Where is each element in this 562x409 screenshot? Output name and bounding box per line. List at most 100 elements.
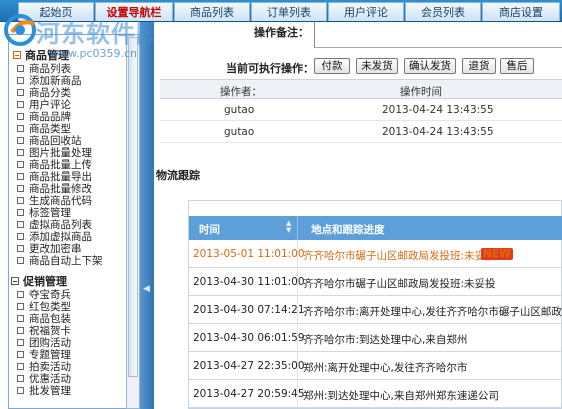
item-square-icon: [17, 173, 24, 180]
tracking-row: 2013-04-30 06:01:59 齐齐哈尔市:到达处理中心,来自郑州: [189, 324, 562, 352]
item-square-icon: [17, 137, 24, 144]
tracking-row: 2013-05-01 11:01:00 齐齐哈尔市碾子山区邮政局发投班:未妥投 …: [189, 240, 562, 268]
available-operations-label: 当前可执行操作：: [226, 62, 314, 75]
sidebar-group-promotion-management[interactable]: 促销管理: [11, 275, 67, 288]
sidebar-item-user-reviews[interactable]: 用户评论: [17, 99, 71, 111]
tracking-time: 2013-04-27 20:59:45: [193, 388, 305, 400]
tracking-row: 2013-04-27 22:35:00 郑州:离开处理中心,发往齐齐哈尔市: [189, 352, 562, 380]
after-sales-button[interactable]: 售后: [500, 58, 534, 74]
sidebar-item-virtual-product-list[interactable]: 虚拟商品列表: [17, 219, 92, 231]
item-square-icon: [17, 363, 24, 370]
tab-store-settings[interactable]: 商店设置: [482, 2, 560, 21]
not-shipped-button[interactable]: 未发货: [356, 58, 398, 74]
watermark-title: 河东软件园: [36, 20, 161, 48]
sidebar-splitter[interactable]: ◀: [140, 22, 154, 409]
sidebar-item-product-category[interactable]: 商品分类: [17, 87, 71, 99]
item-square-icon: [17, 209, 24, 216]
sidebar-item-discount[interactable]: 优惠活动: [17, 373, 71, 385]
tab-member-list[interactable]: 会员列表: [405, 2, 481, 21]
item-square-icon: [17, 245, 24, 252]
item-square-icon: [17, 257, 24, 264]
sidebar-item-product-packaging[interactable]: 商品包装: [17, 313, 71, 325]
item-square-icon: [17, 339, 24, 346]
item-square-icon: [17, 327, 24, 334]
column-divider: [297, 268, 298, 296]
sidebar-item-treasure-hunt[interactable]: 夺宝奇兵: [17, 289, 71, 301]
item-square-icon: [17, 125, 24, 132]
sidebar-scrollbar[interactable]: [126, 34, 140, 409]
sidebar-item-add-product[interactable]: 添加新商品: [17, 75, 82, 87]
sidebar-item-batch-image[interactable]: 图片批量处理: [17, 147, 92, 159]
tab-order-list[interactable]: 订单列表: [251, 2, 327, 21]
sort-icon[interactable]: ▲ ▼: [286, 220, 291, 234]
tracking-panel: 时间 ▲ ▼ 地点和跟踪进度 2013-05-01 11:01:00 齐齐哈尔市碾…: [188, 200, 562, 409]
item-square-icon: [17, 185, 24, 192]
column-divider: [297, 240, 298, 268]
sidebar-item-greeting-card[interactable]: 祝福贺卡: [17, 325, 71, 337]
tab-product-list[interactable]: 商品列表: [174, 2, 250, 21]
item-square-icon: [17, 221, 24, 228]
column-progress: 地点和跟踪进度: [311, 224, 385, 236]
pay-button[interactable]: 付款: [314, 58, 350, 74]
column-time: 时间: [199, 224, 220, 236]
remark-textarea[interactable]: [314, 22, 562, 48]
tab-user-reviews[interactable]: 用户评论: [328, 2, 404, 21]
table-row: gutao 2013-04-24 13:43:55: [160, 121, 562, 143]
operator-cell: gutao: [224, 126, 255, 138]
item-square-icon: [17, 149, 24, 156]
tracking-progress: 齐齐哈尔市:到达处理中心,来自郑州: [303, 334, 468, 346]
tracking-progress: 郑州:离开处理中心,发往齐齐哈尔市: [303, 362, 468, 374]
sidebar-item-auto-shelf[interactable]: 商品自动上下架: [17, 255, 103, 267]
item-square-icon: [17, 387, 24, 394]
item-square-icon: [17, 77, 24, 84]
tracking-time: 2013-05-01 11:01:00: [193, 248, 305, 260]
sidebar-item-product-brand[interactable]: 商品品牌: [17, 111, 71, 123]
item-square-icon: [17, 315, 24, 322]
tracking-progress: 郑州:到达处理中心,来自郑州郑东速递公司: [303, 390, 499, 402]
tracking-progress: 齐齐哈尔市:离开处理中心,发往齐齐哈尔市碾子山区邮政局发: [303, 306, 562, 318]
tracking-time: 2013-04-27 22:35:00: [193, 360, 305, 372]
column-operator: 操作者：: [220, 86, 262, 98]
item-square-icon: [17, 89, 24, 96]
main-content: 操作备注： 当前可执行操作： 付款 未发货 确认发货 退货 售后 操作者： 操作…: [154, 22, 562, 409]
sidebar-item-change-encryption[interactable]: 更改加密串: [17, 243, 82, 255]
column-divider: [297, 216, 298, 240]
sidebar-item-batch-upload[interactable]: 商品批量上传: [17, 159, 92, 171]
sidebar-item-topic-management[interactable]: 专题管理: [17, 349, 71, 361]
item-square-icon: [17, 197, 24, 204]
sidebar-item-recycle-bin[interactable]: 商品回收站: [17, 135, 82, 147]
column-divider: [297, 380, 298, 408]
item-square-icon: [17, 161, 24, 168]
tracking-progress: 齐齐哈尔市碾子山区邮政局发投班:未妥投: [303, 278, 496, 290]
sidebar-item-add-virtual-product[interactable]: 添加虚拟商品: [17, 231, 92, 243]
sidebar-item-batch-edit[interactable]: 商品批量修改: [17, 183, 92, 195]
tracking-row: 2013-04-27 20:59:45 郑州:到达处理中心,来自郑州郑东速递公司: [189, 380, 562, 408]
sidebar-item-batch-export[interactable]: 商品批量导出: [17, 171, 92, 183]
scrollbar-thumb[interactable]: [128, 37, 138, 377]
sidebar-item-tag-management[interactable]: 标签管理: [17, 207, 71, 219]
item-square-icon: [17, 291, 24, 298]
sidebar-item-generate-code[interactable]: 生成商品代码: [17, 195, 92, 207]
item-square-icon: [17, 233, 24, 240]
column-operation-time: 操作时间: [400, 86, 442, 98]
tracking-row: 2013-04-30 07:14:21 齐齐哈尔市:离开处理中心,发往齐齐哈尔市…: [189, 296, 562, 324]
sidebar-item-product-type[interactable]: 商品类型: [17, 123, 71, 135]
collapse-icon[interactable]: [13, 51, 21, 59]
sidebar-item-auction[interactable]: 拍卖活动: [17, 361, 71, 373]
confirm-shipment-button[interactable]: 确认发货: [404, 58, 456, 74]
remark-label: 操作备注：: [254, 26, 309, 39]
sidebar-item-bonus-type[interactable]: 红包类型: [17, 301, 71, 313]
sidebar-group-label: 促销管理: [23, 275, 67, 288]
item-square-icon: [17, 113, 24, 120]
collapse-arrow-icon[interactable]: ◀: [143, 284, 150, 294]
sidebar-item-group-buy[interactable]: 团购活动: [17, 337, 71, 349]
tracking-time: 2013-04-30 07:14:21: [193, 304, 305, 316]
tracking-progress: 齐齐哈尔市碾子山区邮政局发投班:未妥投: [303, 250, 496, 262]
sidebar-item-wholesale[interactable]: 批发管理: [17, 385, 71, 397]
time-cell: 2013-04-24 13:43:55: [382, 104, 494, 116]
sidebar-item-product-list[interactable]: 商品列表: [17, 63, 71, 75]
tracking-title: 物流跟踪: [156, 169, 200, 182]
return-button[interactable]: 退货: [462, 58, 496, 74]
time-cell: 2013-04-24 13:43:55: [382, 126, 494, 138]
collapse-icon[interactable]: [11, 277, 19, 285]
